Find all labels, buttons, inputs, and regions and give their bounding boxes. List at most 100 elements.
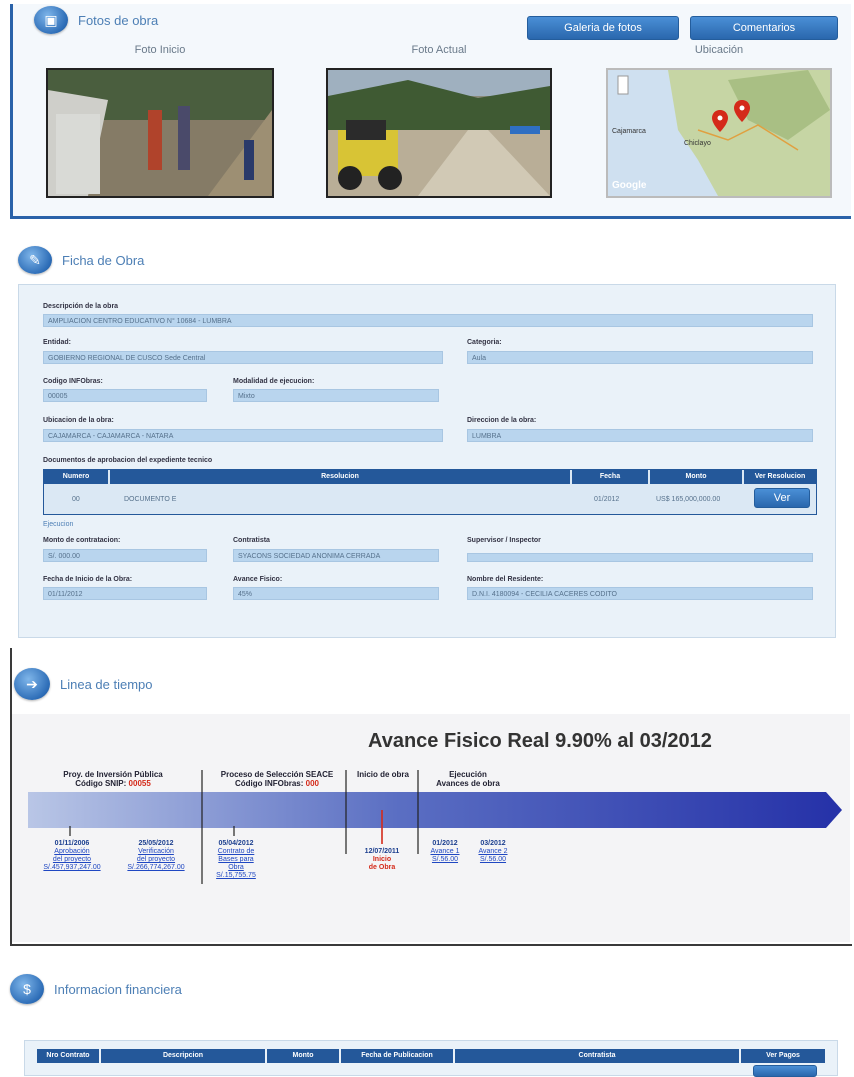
event-verificacion: 25/05/2012 Verificación del proyecto S/.… — [116, 840, 196, 872]
descripcion-label: Descripción de la obra — [43, 303, 119, 310]
avance-label: Avance Fisico: — [233, 576, 283, 583]
photo-current-illustration — [328, 70, 550, 196]
event-verificacion-date: 25/05/2012 — [138, 840, 174, 847]
photo-current-label: Foto Actual — [411, 44, 467, 56]
event-contrato: 05/04/2012 Contrato de Bases para Obra S… — [206, 840, 266, 880]
map-brand: Google — [612, 180, 647, 191]
event-avance-1: 01/2012 Avance 1 S/.56.00 — [422, 840, 468, 864]
event-inicio-line1: Inicio — [372, 856, 392, 863]
ejecucion-label: Ejecucion — [43, 521, 74, 528]
photos-title: Fotos de obra — [78, 12, 159, 28]
timeline-graphic — [28, 770, 842, 884]
contratista-label: Contratista — [233, 537, 270, 544]
contratista-field: SYACONS SOCIEDAD ANONIMA CERRADA — [233, 549, 439, 562]
event-aprobacion-link[interactable]: Aprobación — [32, 848, 112, 856]
fecha-inicio-label: Fecha de Inicio de la Obra: — [43, 576, 133, 583]
photo-start-image[interactable] — [46, 68, 274, 198]
th-monto: Monto — [650, 470, 742, 484]
finance-table: Nro Contrato Descripcion Monto Fecha de … — [24, 1040, 838, 1077]
residente-label: Nombre del Residente: — [467, 576, 544, 583]
photo-location-label: Ubicación — [694, 44, 744, 56]
descripcion-field: AMPLIACION CENTRO EDUCATIVO N° 10684 - L… — [43, 314, 813, 327]
residente-field: D.N.I. 4180094 - CECILIA CACERES CODITO — [467, 587, 813, 600]
ficha-header: ✎ Ficha de Obra — [18, 246, 144, 274]
event-contrato-date: 05/04/2012 — [218, 840, 254, 847]
timeline-title: Linea de tiempo — [60, 676, 153, 692]
event-verificacion-line2[interactable]: del proyecto — [116, 856, 196, 864]
ficha-section: ✎ Ficha de Obra Descripción de la obra A… — [0, 224, 854, 644]
ver-resolucion-button[interactable]: Ver — [754, 488, 810, 508]
direccion-label: Direccion de la obra: — [467, 417, 537, 424]
th-fecha: Fecha — [572, 470, 648, 484]
fth-fecha-publicacion: Fecha de Publicacion — [341, 1049, 453, 1063]
event-verificacion-amount[interactable]: S/.266,774,267.00 — [116, 864, 196, 872]
event-contrato-line2[interactable]: Bases para — [206, 856, 266, 864]
event-avance-2-link[interactable]: Avance 2 — [470, 848, 516, 856]
categoria-field: Aula — [467, 351, 813, 364]
event-avance-1-amount[interactable]: S/.56.00 — [422, 856, 468, 864]
timeline-body: Avance Fisico Real 9.90% al 03/2012 Proy… — [12, 714, 850, 942]
event-contrato-amount[interactable]: S/.15,755.75 — [206, 872, 266, 880]
map-place-cajamarca: Cajamarca — [612, 128, 646, 135]
supervisor-field — [467, 553, 813, 562]
categoria-label: Categoria: — [467, 339, 502, 346]
modalidad-field: Mixto — [233, 389, 439, 402]
event-avance-2-date: 03/2012 — [480, 840, 506, 847]
event-contrato-line3[interactable]: Obra — [206, 864, 266, 872]
modalidad-label: Modalidad de ejecucion: — [233, 378, 315, 385]
photos-header: ▣ Fotos de obra — [34, 6, 158, 34]
event-aprobacion-amount[interactable]: S/.457,937,247.00 — [32, 864, 112, 872]
wrench-icon: ✎ — [18, 246, 52, 274]
monto-label: Monto de contratacion: — [43, 537, 121, 544]
codigo-field: 00005 — [43, 389, 207, 402]
codigo-label: Codigo INFObras: — [43, 378, 103, 385]
avance-field: 45% — [233, 587, 439, 600]
event-avance-2: 03/2012 Avance 2 S/.56.00 — [470, 840, 516, 864]
ficha-title: Ficha de Obra — [62, 252, 145, 268]
event-avance-2-amount[interactable]: S/.56.00 — [470, 856, 516, 864]
ver-pagos-button[interactable] — [753, 1065, 817, 1077]
th-ver-resolucion: Ver Resolucion — [744, 470, 816, 484]
fth-contratista: Contratista — [455, 1049, 739, 1063]
ficha-card: Descripción de la obra AMPLIACION CENTRO… — [18, 284, 836, 638]
td-numero: 00 — [72, 496, 80, 503]
arrow-icon: ➔ — [14, 668, 50, 700]
comments-button[interactable]: Comentarios — [690, 16, 838, 40]
event-aprobacion-line2[interactable]: del proyecto — [32, 856, 112, 864]
ubicacion-field: CAJAMARCA - CAJAMARCA - NATARA — [43, 429, 443, 442]
event-verificacion-link[interactable]: Verificación — [116, 848, 196, 856]
photos-section: ▣ Fotos de obra Galeria de fotos Comenta… — [0, 0, 854, 219]
event-avance-1-date: 01/2012 — [432, 840, 458, 847]
camera-icon: ▣ — [34, 6, 68, 34]
photo-current-image[interactable] — [326, 68, 552, 198]
ubicacion-label: Ubicacion de la obra: — [43, 417, 114, 424]
supervisor-label: Supervisor / Inspector — [467, 537, 541, 544]
documentos-label: Documentos de aprobacion del expediente … — [43, 457, 213, 464]
location-map[interactable]: Cajamarca Chiclayo Google — [606, 68, 832, 198]
money-icon: $ — [10, 974, 44, 1004]
event-inicio-date: 12/07/2011 — [364, 848, 400, 855]
event-contrato-link[interactable]: Contrato de — [206, 848, 266, 856]
finance-header: $ Informacion financiera — [10, 974, 182, 1004]
event-aprobacion-date: 01/11/2006 — [54, 840, 90, 847]
event-inicio-obra: 12/07/2011 Inicio de Obra — [352, 848, 412, 872]
finance-section: $ Informacion financiera Nro Contrato De… — [0, 950, 854, 1077]
gallery-button[interactable]: Galeria de fotos — [527, 16, 679, 40]
direccion-field: LUMBRA — [467, 429, 813, 442]
fth-monto: Monto — [267, 1049, 339, 1063]
fth-descripcion: Descripcion — [101, 1049, 265, 1063]
photo-start-label: Foto Inicio — [134, 44, 186, 56]
finance-title: Informacion financiera — [54, 981, 182, 997]
event-aprobacion: 01/11/2006 Aprobación del proyecto S/.45… — [32, 840, 112, 872]
entidad-field: GOBIERNO REGIONAL DE CUSCO Sede Central — [43, 351, 443, 364]
th-numero: Numero — [44, 470, 108, 484]
photo-start-illustration — [48, 70, 272, 196]
timeline-header: ➔ Linea de tiempo — [14, 668, 153, 700]
td-fecha: 01/2012 — [594, 496, 620, 503]
map-place-chiclayo: Chiclayo — [684, 140, 711, 147]
fth-nro-contrato: Nro Contrato — [37, 1049, 99, 1063]
timeline-section: ➔ Linea de tiempo Avance Fisico Real 9.9… — [0, 648, 854, 948]
event-avance-1-link[interactable]: Avance 1 — [422, 848, 468, 856]
entidad-label: Entidad: — [43, 339, 71, 346]
fecha-inicio-field: 01/11/2012 — [43, 587, 207, 600]
